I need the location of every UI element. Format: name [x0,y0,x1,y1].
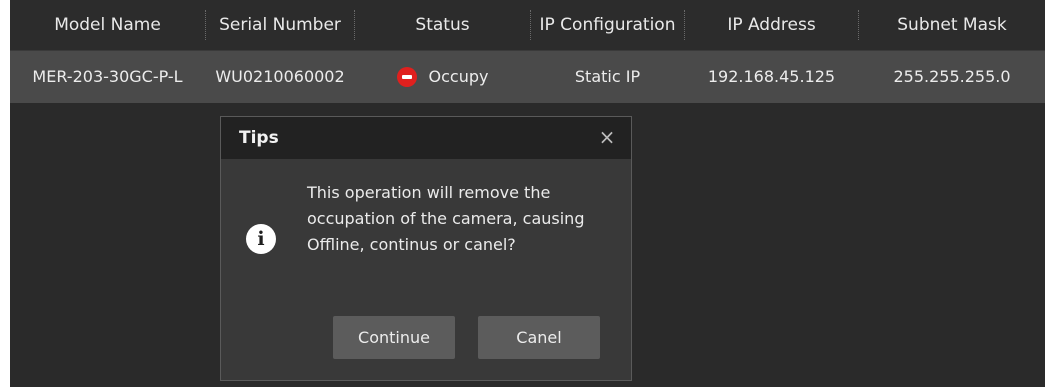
column-header-status[interactable]: Status [355,0,530,50]
status-label: Occupy [428,67,489,86]
occupied-status-icon [396,67,417,87]
column-header-subnet-mask[interactable]: Subnet Mask [859,0,1045,50]
table-header: Model Name Serial Number Status IP Confi… [10,0,1045,51]
dialog-message: This operation will remove the occupatio… [307,183,585,254]
cell-ip-address: 192.168.45.125 [707,67,836,86]
info-icon: i [246,224,276,254]
device-list-panel: Model Name Serial Number Status IP Confi… [10,0,1045,387]
cell-serial-number: WU0210060002 [215,67,345,86]
cell-status: Occupy [355,51,530,103]
table-row[interactable]: MER-203-30GC-P-L WU0210060002 Occupy Sta… [10,51,1045,103]
tips-dialog: Tips × i This operation will remove the … [220,116,632,381]
column-header-ip-configuration[interactable]: IP Configuration [531,0,684,50]
close-icon[interactable]: × [595,125,619,149]
dialog-title-bar[interactable]: Tips × [221,117,631,159]
cell-model-name: MER-203-30GC-P-L [32,67,183,86]
cell-ip-configuration: Static IP [574,67,641,86]
column-header-ip-address[interactable]: IP Address [685,0,858,50]
column-header-serial-number[interactable]: Serial Number [206,0,354,50]
column-header-model-name[interactable]: Model Name [10,0,205,50]
cancel-button[interactable]: Canel [478,316,600,359]
dialog-title: Tips [239,128,279,148]
continue-button[interactable]: Continue [333,316,455,359]
cell-subnet-mask: 255.255.255.0 [893,67,1011,86]
